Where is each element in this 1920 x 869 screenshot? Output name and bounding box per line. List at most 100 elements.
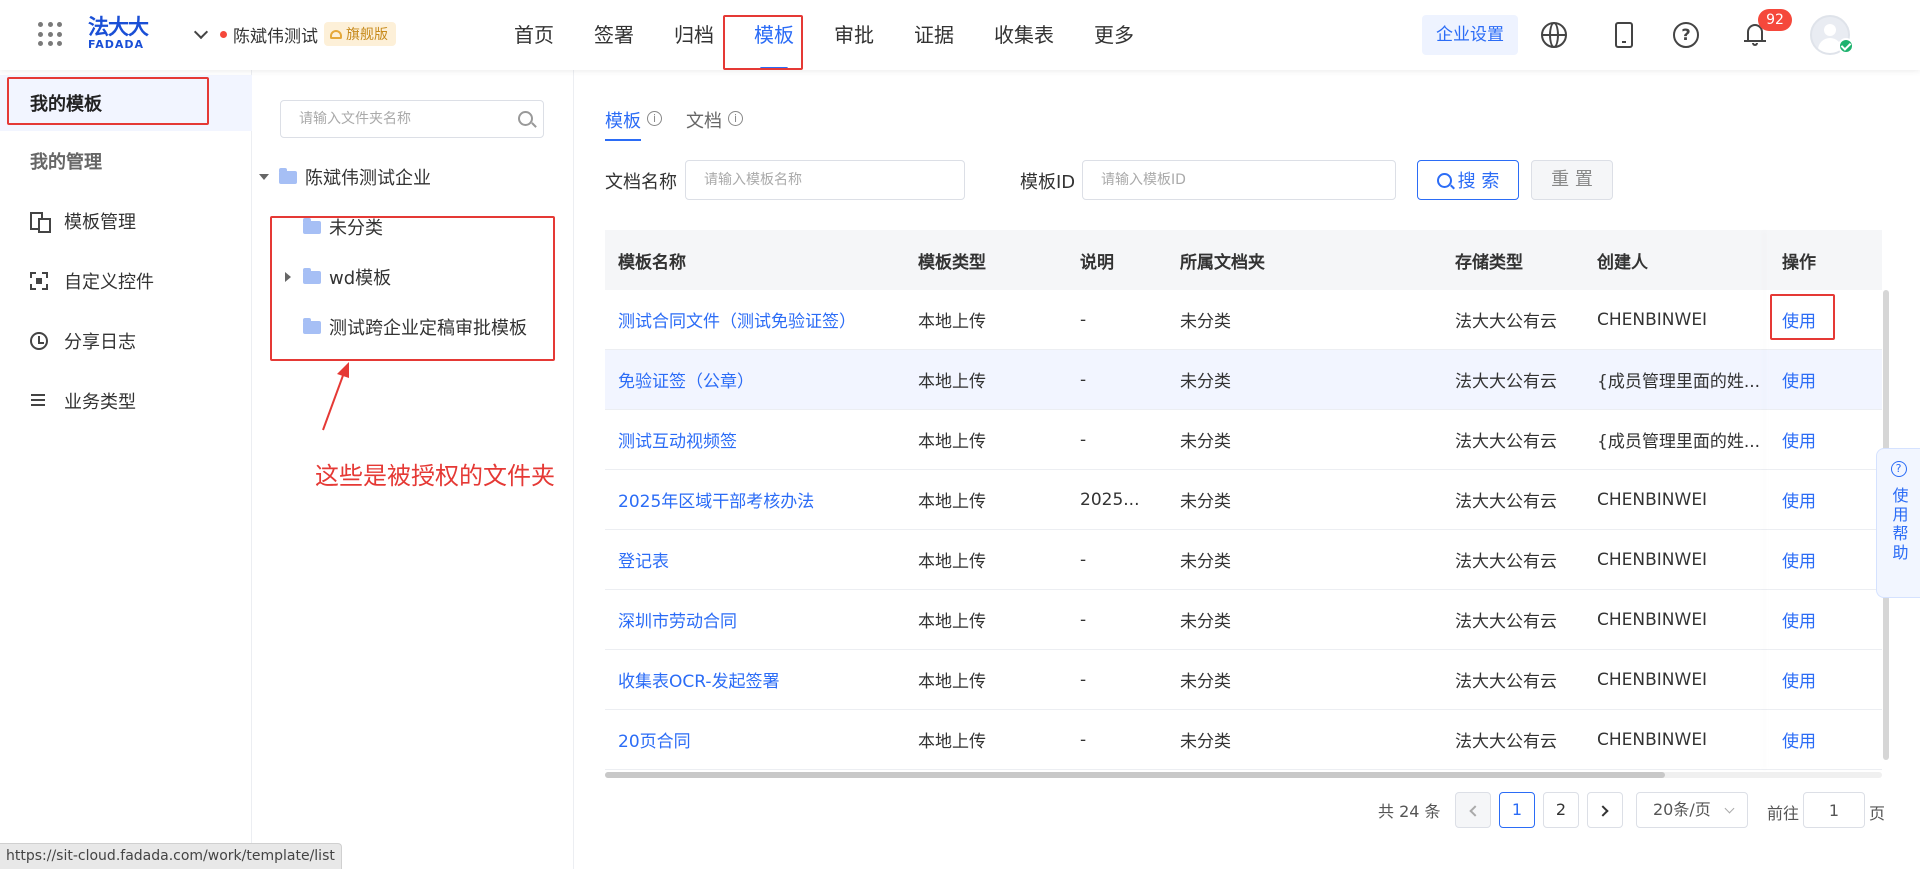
- goto-page-input[interactable]: [1803, 792, 1865, 828]
- use-button[interactable]: 使用: [1769, 727, 1882, 752]
- template-name-link[interactable]: 免验证签（公章）: [605, 367, 905, 392]
- use-button[interactable]: 使用: [1769, 367, 1882, 392]
- sidebar-item-business-type[interactable]: 业务类型: [0, 373, 252, 429]
- clock-icon: [30, 332, 48, 350]
- chevron-left-icon: [1469, 805, 1481, 817]
- nav-collection[interactable]: 收集表: [974, 0, 1074, 70]
- nav-more[interactable]: 更多: [1074, 0, 1154, 70]
- table-row[interactable]: 测试合同文件（测试免验证签） 本地上传 - 未分类 法大大公有云 CHENBINWEI 使用: [605, 290, 1882, 350]
- annotation-arrow-icon: [322, 362, 349, 431]
- cell-desc: -: [1080, 369, 1087, 390]
- folder-search-input[interactable]: [280, 100, 544, 138]
- org-name: 陈斌伟测试: [233, 26, 318, 47]
- folder-tree-item[interactable]: 测试跨企业定稿审批模板: [303, 312, 527, 342]
- cell-desc: -: [1080, 549, 1087, 570]
- cell-creator: CHENBINWEI: [1597, 489, 1708, 510]
- globe-icon[interactable]: [1541, 22, 1567, 48]
- cell-folder: 未分类: [1180, 432, 1231, 452]
- cell-desc: -: [1080, 609, 1087, 630]
- enterprise-settings-button[interactable]: 企业设置: [1422, 15, 1518, 55]
- cell-desc: 2025...: [1080, 489, 1140, 510]
- template-name-link[interactable]: 测试合同文件（测试免验证签）: [605, 307, 905, 332]
- chevron-down-icon: [193, 24, 209, 40]
- sidebar-item-my-templates[interactable]: 我的模板: [0, 75, 252, 131]
- nav-home[interactable]: 首页: [494, 0, 574, 70]
- reset-button[interactable]: 重 置: [1531, 160, 1613, 200]
- template-id-input[interactable]: [1082, 160, 1396, 200]
- sidebar-item-label: 模板管理: [64, 212, 136, 233]
- table-row[interactable]: 登记表 本地上传 - 未分类 法大大公有云 CHENBINWEI 使用: [605, 530, 1882, 590]
- cell-type: 本地上传: [918, 432, 986, 452]
- folder-icon: [303, 317, 321, 334]
- use-button[interactable]: 使用: [1769, 547, 1882, 572]
- nav-evidence[interactable]: 证据: [894, 0, 974, 70]
- sidebar-item-custom-control[interactable]: 自定义控件: [0, 253, 252, 309]
- org-switcher[interactable]: 陈斌伟测试 旗舰版: [193, 20, 396, 48]
- page-button-2[interactable]: 2: [1543, 792, 1579, 828]
- template-name-link[interactable]: 收集表OCR-发起签署: [605, 667, 905, 692]
- prev-page-button[interactable]: [1455, 792, 1491, 828]
- logo-cn: 法大大: [88, 15, 149, 39]
- table-row[interactable]: 20页合同 本地上传 - 未分类 法大大公有云 CHENBINWEI 使用: [605, 710, 1882, 770]
- fadada-logo[interactable]: 法大大 FADADA: [88, 16, 152, 52]
- cell-type: 本地上传: [918, 732, 986, 752]
- cell-type: 本地上传: [918, 492, 986, 512]
- template-name-link[interactable]: 测试互动视频签: [605, 427, 905, 452]
- sidebar-item-template-manage[interactable]: 模板管理: [0, 193, 252, 249]
- sidebar-item-share-log[interactable]: 分享日志: [0, 313, 252, 369]
- phone-icon[interactable]: [1615, 22, 1633, 48]
- search-icon[interactable]: [518, 111, 533, 126]
- nav-archive[interactable]: 归档: [654, 0, 734, 70]
- info-icon[interactable]: i: [728, 111, 743, 126]
- page-size-select[interactable]: 20条/页: [1636, 792, 1748, 828]
- template-name-link[interactable]: 2025年区域干部考核办法: [605, 487, 905, 512]
- doc-name-label: 文档名称: [605, 172, 677, 193]
- cell-type: 本地上传: [918, 552, 986, 572]
- table-row[interactable]: 收集表OCR-发起签署 本地上传 - 未分类 法大大公有云 CHENBINWEI 使用: [605, 650, 1882, 710]
- help-icon: ?: [1890, 461, 1907, 477]
- caret-right-icon[interactable]: [285, 272, 291, 282]
- col-header-action: 操作: [1782, 252, 1816, 273]
- table-header: 模板名称 模板类型 说明 所属文档夹 存储类型 创建人 操作: [605, 230, 1882, 290]
- nav-approval[interactable]: 审批: [814, 0, 894, 70]
- folder-label: 未分类: [329, 218, 383, 239]
- table-row[interactable]: 测试互动视频签 本地上传 - 未分类 法大大公有云 {成员管理里面的姓... 使用: [605, 410, 1882, 470]
- use-button[interactable]: 使用: [1769, 487, 1882, 512]
- nav-sign[interactable]: 签署: [574, 0, 654, 70]
- cell-creator: CHENBINWEI: [1597, 729, 1708, 750]
- cell-folder: 未分类: [1180, 312, 1231, 332]
- folder-tree-root[interactable]: 陈斌伟测试企业: [259, 162, 431, 192]
- doc-name-input[interactable]: [685, 160, 965, 200]
- page-button-1[interactable]: 1: [1499, 792, 1535, 828]
- caret-down-icon[interactable]: [259, 174, 269, 180]
- table-row[interactable]: 免验证签（公章） 本地上传 - 未分类 法大大公有云 {成员管理里面的姓... 使用: [605, 350, 1882, 410]
- help-icon[interactable]: ?: [1673, 22, 1699, 48]
- template-id-label: 模板ID: [1020, 172, 1076, 193]
- use-button[interactable]: 使用: [1769, 667, 1882, 692]
- table-row[interactable]: 深圳市劳动合同 本地上传 - 未分类 法大大公有云 CHENBINWEI 使用: [605, 590, 1882, 650]
- tab-template[interactable]: 模板 i: [605, 107, 662, 141]
- next-page-button[interactable]: [1587, 792, 1623, 828]
- template-name-link[interactable]: 20页合同: [605, 727, 905, 752]
- template-name-link[interactable]: 登记表: [605, 547, 905, 572]
- nav-template[interactable]: 模板: [734, 0, 814, 70]
- table-row[interactable]: 2025年区域干部考核办法 本地上传 2025... 未分类 法大大公有云 CHENBIN…: [605, 470, 1882, 530]
- use-button[interactable]: 使用: [1769, 307, 1882, 332]
- cell-folder: 未分类: [1180, 612, 1231, 632]
- folder-tree-item[interactable]: wd模板: [285, 262, 391, 292]
- cell-storage: 法大大公有云: [1455, 672, 1557, 692]
- info-icon[interactable]: i: [647, 111, 662, 126]
- cell-type: 本地上传: [918, 312, 986, 332]
- help-float-button[interactable]: ? 使用帮助: [1876, 448, 1920, 598]
- template-name-link[interactable]: 深圳市劳动合同: [605, 607, 905, 632]
- use-button[interactable]: 使用: [1769, 427, 1882, 452]
- use-button[interactable]: 使用: [1769, 607, 1882, 632]
- tab-document[interactable]: 文档 i: [686, 107, 743, 141]
- cell-folder: 未分类: [1180, 552, 1231, 572]
- apps-grid-icon[interactable]: [38, 22, 62, 46]
- search-button[interactable]: 搜 索: [1417, 160, 1519, 200]
- folder-tree-item[interactable]: 未分类: [303, 212, 383, 242]
- help-float-label: 使用帮助: [1889, 487, 1909, 563]
- col-header-creator: 创建人: [1597, 252, 1648, 273]
- horizontal-scroll-thumb[interactable]: [605, 772, 1665, 778]
